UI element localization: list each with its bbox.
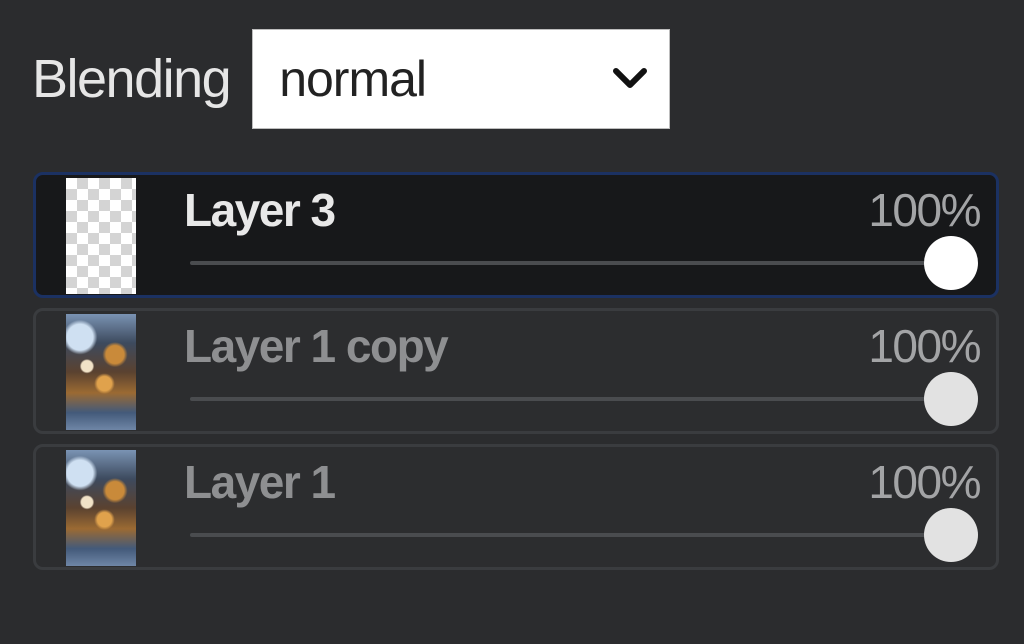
opacity-slider-handle[interactable] <box>924 508 978 562</box>
layer-thumbnail <box>66 450 136 566</box>
layer-opacity-value: 100% <box>868 320 981 372</box>
layer-row-layer-3[interactable]: Layer 3 100% <box>33 172 999 298</box>
opacity-slider-handle[interactable] <box>924 236 978 290</box>
blending-mode-value: normal <box>279 51 427 107</box>
layer-name: Layer 1 <box>184 456 336 508</box>
chevron-down-icon <box>613 68 648 88</box>
blending-label: Blending <box>32 49 232 109</box>
layer-opacity-value: 100% <box>868 184 981 236</box>
layer-name: Layer 1 copy <box>184 320 449 372</box>
layer-thumbnail <box>66 314 136 430</box>
layer-name: Layer 3 <box>184 184 336 236</box>
layer-thumbnail <box>66 178 136 294</box>
opacity-slider-track[interactable] <box>190 397 960 401</box>
layer-row-layer-1[interactable]: Layer 1 100% <box>33 444 999 570</box>
opacity-slider-track[interactable] <box>190 261 960 265</box>
layer-row-layer-1-copy[interactable]: Layer 1 copy 100% <box>33 308 999 434</box>
opacity-slider-handle[interactable] <box>924 372 978 426</box>
opacity-slider-track[interactable] <box>190 533 960 537</box>
blending-mode-select[interactable]: normal <box>252 29 671 129</box>
layer-opacity-value: 100% <box>868 456 981 508</box>
blending-row: Blending normal <box>32 28 671 130</box>
